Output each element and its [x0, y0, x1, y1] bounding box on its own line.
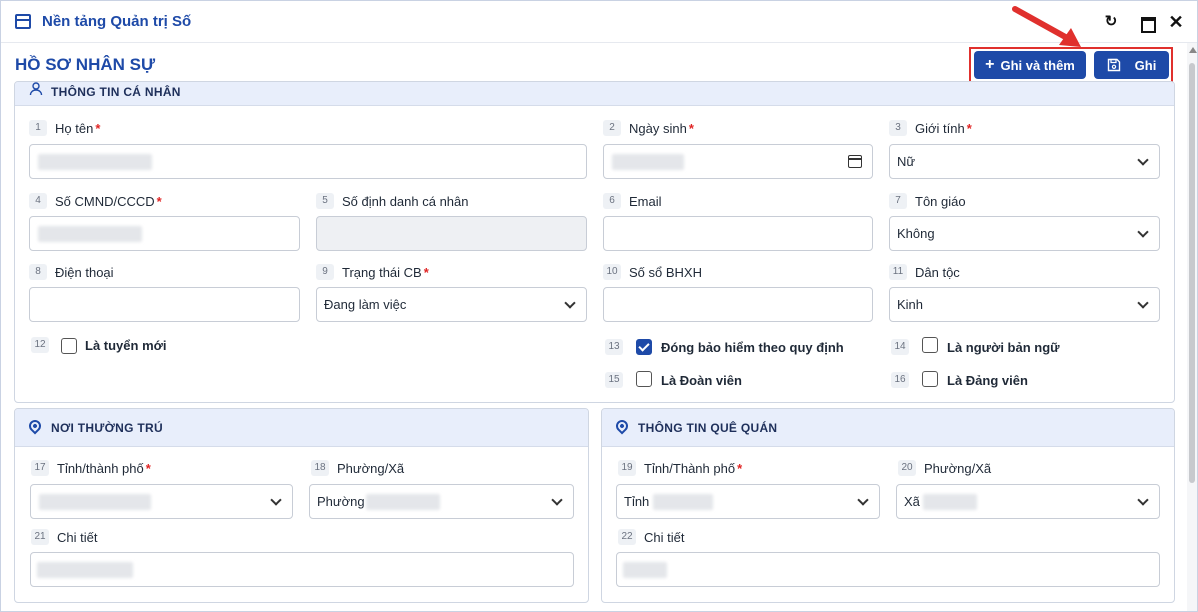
ho-ten-label: 1 Họ tên * — [29, 120, 100, 136]
ton-giao-label: 7 Tôn giáo — [889, 193, 966, 209]
hometown-phuong-select[interactable]: Xã — [896, 484, 1160, 519]
so-bhxh-label: 10 Số sổ BHXH — [603, 264, 702, 280]
app-title: Nền tảng Quản trị Số — [42, 13, 192, 30]
residence-chi-tiet-label: 21 Chi tiết — [31, 529, 97, 545]
hometown-header: THÔNG TIN QUÊ QUÁN — [602, 409, 1174, 447]
personal-info-header: THÔNG TIN CÁ NHÂN — [15, 82, 1174, 106]
dang-vien-num: 16 — [891, 372, 909, 388]
personal-info-title: THÔNG TIN CÁ NHÂN — [51, 85, 181, 99]
app-window: Nền tảng Quản trị Số ↻ ✕ HỒ SƠ NHÂN SỰ +… — [0, 0, 1198, 612]
calendar-icon[interactable] — [848, 155, 862, 168]
gioi-tinh-select[interactable]: Nữ — [889, 144, 1160, 179]
dang-vien-checkbox[interactable] — [922, 371, 938, 387]
trang-thai-select[interactable]: Đang làm việc — [316, 287, 587, 322]
ngay-sinh-input[interactable] — [603, 144, 873, 179]
ban-ngu-num: 14 — [891, 339, 909, 355]
ho-ten-input[interactable] — [29, 144, 587, 179]
ban-ngu-checkbox[interactable] — [922, 337, 938, 353]
cmnd-label: 4 Số CMND/CCCD * — [29, 193, 162, 209]
chevron-down-icon — [564, 297, 576, 309]
pin-icon — [26, 417, 44, 435]
trang-thai-label: 9 Trạng thái CB * — [316, 264, 429, 280]
chevron-down-icon — [1137, 226, 1149, 238]
dinh-danh-label: 5 Số định danh cá nhân — [316, 193, 469, 209]
hometown-chi-tiet-label: 22 Chi tiết — [618, 529, 684, 545]
pin-icon — [613, 417, 631, 435]
email-input[interactable] — [603, 216, 873, 251]
hometown-tinh-label: 19 Tỉnh/Thành phố * — [618, 460, 742, 476]
residence-phuong-select[interactable]: Phường — [309, 484, 574, 519]
save-button[interactable]: Ghi — [1094, 51, 1169, 79]
chevron-down-icon — [857, 494, 869, 506]
gioi-tinh-label: 3 Giới tính * — [889, 120, 972, 136]
chevron-down-icon — [1137, 297, 1149, 309]
dang-vien-label: Là Đảng viên — [947, 373, 1028, 388]
scroll-up-icon[interactable] — [1189, 47, 1197, 53]
hometown-chi-tiet-input[interactable] — [616, 552, 1160, 587]
dien-thoai-input[interactable] — [29, 287, 300, 322]
user-icon — [29, 82, 43, 96]
email-label: 6 Email — [603, 193, 662, 209]
close-icon[interactable]: ✕ — [1167, 13, 1185, 31]
residence-tinh-label: 17 Tỉnh/thành phố * — [31, 460, 151, 476]
chevron-down-icon — [1137, 154, 1149, 166]
bao-hiem-checkbox[interactable] — [636, 339, 652, 355]
residence-title: NƠI THƯỜNG TRÚ — [51, 421, 163, 435]
scroll-thumb[interactable] — [1189, 63, 1195, 483]
page-title: HỒ SƠ NHÂN SỰ — [15, 55, 156, 74]
doan-vien-num: 15 — [605, 372, 623, 388]
cmnd-input[interactable] — [29, 216, 300, 251]
hometown-phuong-label: 20 Phường/Xã — [898, 460, 991, 476]
residence-chi-tiet-input[interactable] — [30, 552, 574, 587]
chevron-down-icon — [270, 494, 282, 506]
residence-header: NƠI THƯỜNG TRÚ — [15, 409, 588, 447]
so-bhxh-input[interactable] — [603, 287, 873, 322]
refresh-icon[interactable]: ↻ — [1102, 13, 1120, 31]
window-icon — [15, 14, 31, 29]
ton-giao-select[interactable]: Không — [889, 216, 1160, 251]
doan-vien-label: Là Đoàn viên — [661, 373, 742, 388]
bao-hiem-num: 13 — [605, 339, 623, 355]
doan-vien-checkbox[interactable] — [636, 371, 652, 387]
bao-hiem-label: Đóng bảo hiểm theo quy định — [661, 340, 844, 355]
plus-icon: + — [985, 56, 995, 73]
dan-toc-select[interactable]: Kinh — [889, 287, 1160, 322]
save-label: Ghi — [1134, 57, 1157, 73]
maximize-icon[interactable] — [1138, 13, 1156, 33]
dan-toc-label: 11 Dân tộc — [889, 264, 960, 280]
residence-tinh-select[interactable] — [30, 484, 293, 519]
red-arrow-annotation — [1012, 6, 1081, 47]
hometown-tinh-select[interactable]: Tỉnh — [616, 484, 880, 519]
hometown-title: THÔNG TIN QUÊ QUÁN — [638, 421, 778, 435]
tuyen-moi-checkbox[interactable] — [61, 338, 77, 354]
chevron-down-icon — [1137, 494, 1149, 506]
dien-thoai-label: 8 Điện thoại — [29, 264, 114, 280]
save-icon — [1107, 58, 1120, 72]
tuyen-moi-num: 12 — [31, 337, 49, 353]
tuyen-moi-label: Là tuyển mới — [85, 338, 167, 353]
residence-phuong-label: 18 Phường/Xã — [311, 460, 404, 476]
dinh-danh-input — [316, 216, 587, 251]
ban-ngu-label: Là người bản ngữ — [947, 340, 1060, 355]
chevron-down-icon — [551, 494, 563, 506]
ngay-sinh-label: 2 Ngày sinh * — [603, 120, 694, 136]
